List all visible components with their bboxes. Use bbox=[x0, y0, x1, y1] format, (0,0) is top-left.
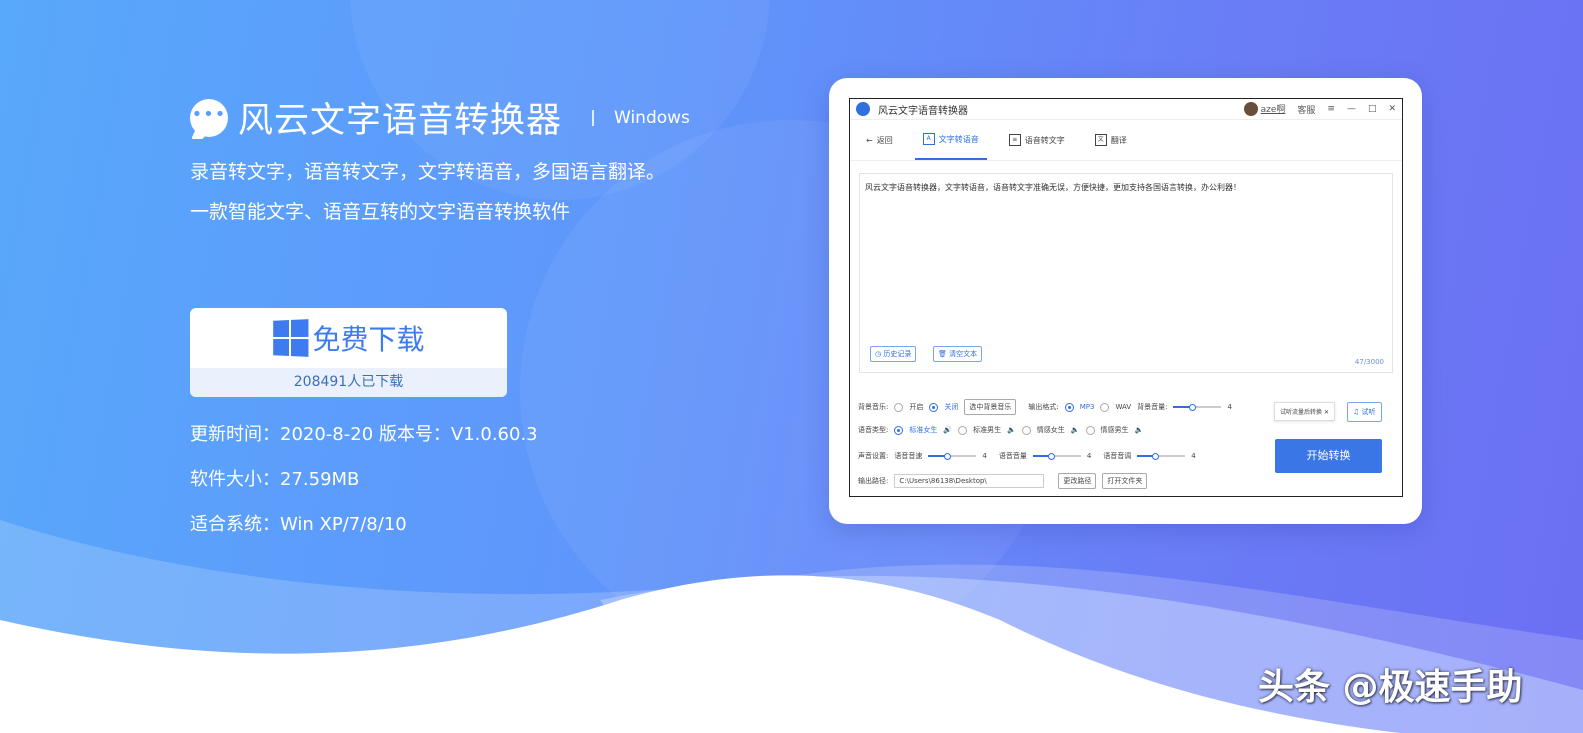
bg-volume-slider[interactable] bbox=[1173, 404, 1222, 411]
menu-icon[interactable]: ≡ bbox=[1327, 104, 1335, 114]
bg-music-on-radio[interactable] bbox=[894, 402, 904, 412]
divider bbox=[592, 109, 595, 126]
speaker-icon[interactable]: 🔊 bbox=[943, 426, 952, 434]
tab-text-to-speech[interactable]: A 文字转语音 bbox=[914, 120, 987, 160]
download-button[interactable]: 免费下载 208491人已下载 bbox=[190, 308, 507, 397]
app-nav: ← 返回 A 文字转语音 ≡ 语音转文字 文翻译 bbox=[850, 120, 1402, 161]
download-count: 208491人已下载 bbox=[190, 368, 507, 397]
voice-radio[interactable] bbox=[958, 425, 968, 435]
translate-icon: 文 bbox=[1094, 134, 1107, 146]
sound-settings-label: 声音设置: bbox=[858, 452, 889, 460]
app-title: 风云文字语音转换器 bbox=[878, 105, 968, 117]
speed-slider[interactable] bbox=[928, 453, 977, 460]
wav-radio[interactable] bbox=[1100, 402, 1110, 412]
try-listen-input[interactable]: 试听流量后转换 ✕ bbox=[1274, 402, 1335, 421]
close-icon[interactable]: ✕ bbox=[1388, 104, 1396, 114]
settings-row-music: 背景音乐: 开启 关闭 选中背景音乐 输出格式: MP3 WAV 背景音量: 4 bbox=[858, 399, 1232, 415]
output-path-field[interactable]: C:\Users\86138\Desktop\ bbox=[894, 474, 1045, 488]
bg-music-off-radio[interactable] bbox=[929, 402, 939, 412]
try-listen-button[interactable]: ♫ 试听 bbox=[1347, 402, 1382, 422]
service-link[interactable]: 客服 bbox=[1297, 103, 1315, 116]
platform-label: Windows bbox=[614, 107, 690, 128]
mp3-radio[interactable] bbox=[1064, 402, 1074, 412]
brand-header: ••• 风云文字语音转换器 Windows bbox=[190, 92, 690, 143]
watermark: 头条 @极速手助 bbox=[1258, 667, 1523, 708]
voice-radio[interactable] bbox=[1021, 425, 1031, 435]
voice-radio[interactable] bbox=[1085, 425, 1095, 435]
minimize-icon[interactable]: — bbox=[1347, 104, 1356, 114]
arrow-left-icon: ← bbox=[866, 135, 873, 145]
speaker-icon[interactable]: 🔈 bbox=[1071, 426, 1080, 434]
change-path-button[interactable]: 更改路径 bbox=[1058, 473, 1097, 489]
download-label: 免费下载 bbox=[312, 323, 425, 356]
clear-text-button[interactable]: 🗑 清空文本 bbox=[933, 346, 983, 362]
system-info: 适合系统：Win XP/7/8/10 bbox=[190, 514, 407, 535]
app-titlebar: 风云文字语音转换器 aze啊 客服 ≡ — □ ✕ bbox=[850, 99, 1402, 120]
update-info: 更新时间：2020-8-20 版本号：V1.0.60.3 bbox=[190, 424, 538, 445]
settings-row-voice: 语音类型: 标准女生 🔊 标准男生 🔈 情感女生 🔈 情感男生 🔈 bbox=[858, 425, 1144, 435]
output-path-label: 输出路径: bbox=[858, 477, 889, 485]
app-screenshot-card: 风云文字语音转换器 aze啊 客服 ≡ — □ ✕ ← 返回 A 文字转语音 ≡ 语音… bbox=[829, 78, 1422, 524]
voice-type-label: 语音类型: bbox=[858, 426, 889, 434]
output-format-label: 输出格式: bbox=[1028, 403, 1059, 411]
avatar bbox=[1243, 102, 1258, 117]
windows-icon bbox=[273, 319, 309, 357]
start-convert-button[interactable]: 开始转换 bbox=[1275, 439, 1382, 473]
bg-volume-label: 背景音量: bbox=[1137, 403, 1168, 411]
user-menu[interactable]: aze啊 bbox=[1243, 102, 1285, 117]
product-name: 风云文字语音转换器 bbox=[238, 101, 563, 141]
size-info: 软件大小：27.59MB bbox=[190, 469, 360, 490]
speaker-icon[interactable]: 🔈 bbox=[1135, 426, 1144, 434]
tab-translate[interactable]: 文翻译 bbox=[1087, 120, 1135, 160]
char-count: 47/3000 bbox=[1354, 358, 1384, 366]
chat-bubble-icon: ••• bbox=[190, 98, 228, 137]
volume-slider[interactable] bbox=[1032, 453, 1081, 460]
tab-speech-to-text[interactable]: ≡ 语音转文字 bbox=[1001, 120, 1073, 160]
settings-row-sound: 声音设置: 语音音速 4 语音音量 4 语音音调 4 bbox=[858, 452, 1196, 460]
maximize-icon[interactable]: □ bbox=[1368, 104, 1377, 114]
history-button[interactable]: ◷ 历史记录 bbox=[870, 346, 917, 362]
speech-to-text-icon: ≡ bbox=[1008, 134, 1021, 146]
headphones-icon: ♫ bbox=[1353, 408, 1360, 416]
back-button[interactable]: ← 返回 bbox=[858, 120, 901, 160]
pitch-slider[interactable] bbox=[1137, 453, 1186, 460]
speaker-icon[interactable]: 🔈 bbox=[1007, 426, 1016, 434]
app-window: 风云文字语音转换器 aze啊 客服 ≡ — □ ✕ ← 返回 A 文字转语音 ≡ 语音… bbox=[849, 98, 1403, 497]
select-music-button[interactable]: 选中背景音乐 bbox=[964, 399, 1017, 415]
tagline: 录音转文字，语音转文字，文字转语音，多国语言翻译。 bbox=[190, 161, 666, 183]
settings-row-output: 输出路径: C:\Users\86138\Desktop\ 更改路径 打开文件夹 bbox=[858, 473, 1148, 489]
voice-radio[interactable] bbox=[894, 425, 904, 435]
text-editor[interactable]: 风云文字语音转换器，文字转语音，语音转文字准确无误，方便快捷，更加支持各国语言转… bbox=[859, 173, 1393, 373]
clear-icon: ✕ bbox=[1323, 409, 1329, 416]
bg-music-label: 背景音乐: bbox=[858, 403, 889, 411]
tagline: 一款智能文字、语音互转的文字语音转换软件 bbox=[190, 201, 571, 223]
open-folder-button[interactable]: 打开文件夹 bbox=[1102, 473, 1148, 489]
editor-content[interactable]: 风云文字语音转换器，文字转语音，语音转文字准确无误，方便快捷，更加支持各国语言转… bbox=[860, 174, 1392, 201]
text-to-speech-icon: A bbox=[922, 133, 935, 145]
app-logo-icon bbox=[856, 102, 870, 116]
